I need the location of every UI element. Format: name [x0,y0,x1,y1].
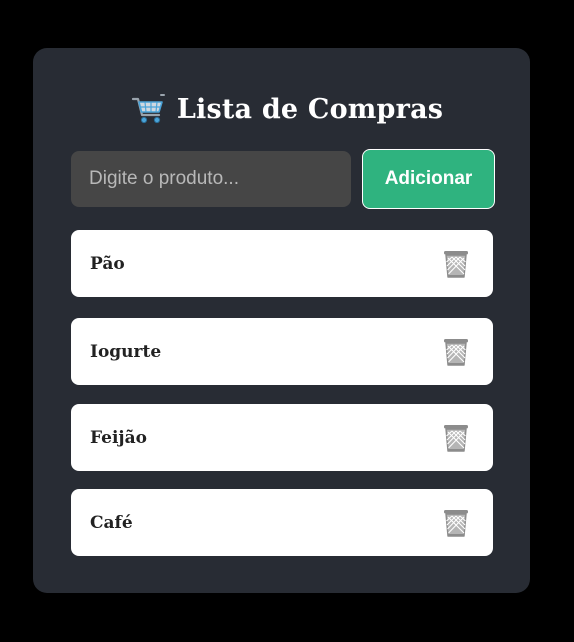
trash-icon[interactable] [441,336,471,368]
list-item-label: Café [90,512,133,533]
trash-icon[interactable] [441,507,471,539]
trash-icon[interactable] [441,422,471,454]
list-item-label: Pão [90,253,125,274]
shopping-cart-icon [131,93,165,125]
page-title: Lista de Compras [176,93,444,125]
list-item: Iogurte [71,318,493,385]
list-item: Pão [71,230,493,297]
list-item: Café [71,489,493,556]
list-item-label: Iogurte [90,341,162,362]
add-button[interactable]: Adicionar [362,149,495,209]
list-item: Feijão [71,404,493,471]
header: Lista de Compras [0,88,574,130]
list-item-label: Feijão [90,427,147,448]
product-input[interactable] [71,151,351,207]
trash-icon[interactable] [441,248,471,280]
